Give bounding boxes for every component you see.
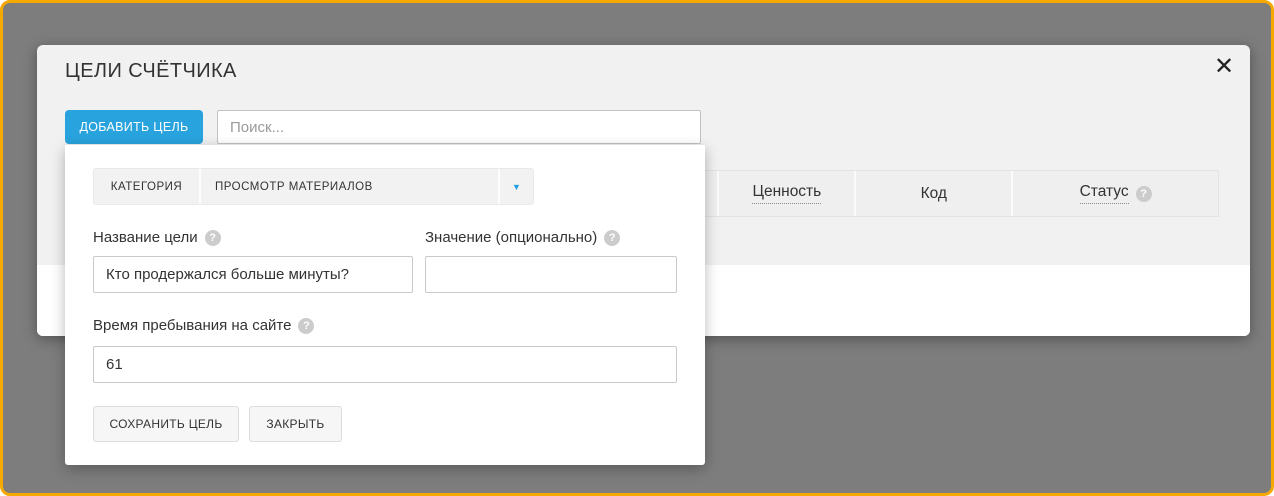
time-on-site-field[interactable] bbox=[93, 346, 677, 383]
table-header-status: Статус ? bbox=[1011, 171, 1218, 216]
dialog-title: ЦЕЛИ СЧЁТЧИКА bbox=[65, 60, 237, 82]
backdrop: ЦЕЛИ СЧЁТЧИКА ✕ ДОБАВИТЬ ЦЕЛЬ Ценность К… bbox=[0, 0, 1274, 496]
add-goal-panel: КАТЕГОРИЯ ПРОСМОТР МАТЕРИАЛОВ ▼ Название… bbox=[65, 145, 705, 465]
table-header-code: Код bbox=[854, 171, 1011, 216]
time-on-site-help-icon[interactable]: ? bbox=[298, 317, 315, 334]
category-select-label: КАТЕГОРИЯ bbox=[94, 169, 201, 204]
goal-name-label: Название цели ? bbox=[93, 229, 221, 246]
goal-value-field[interactable] bbox=[425, 256, 677, 293]
goal-value-label: Значение (опционально) ? bbox=[425, 229, 621, 246]
goal-name-help-icon[interactable]: ? bbox=[204, 229, 221, 246]
category-select[interactable]: КАТЕГОРИЯ ПРОСМОТР МАТЕРИАЛОВ ▼ bbox=[93, 168, 534, 205]
add-goal-button[interactable]: ДОБАВИТЬ ЦЕЛЬ bbox=[65, 110, 203, 144]
goal-name-label-text: Название цели bbox=[93, 229, 198, 246]
time-on-site-label-text: Время пребывания на сайте bbox=[93, 317, 292, 334]
category-selected-option: ПРОСМОТР МАТЕРИАЛОВ bbox=[201, 169, 500, 204]
search-input[interactable] bbox=[217, 110, 701, 144]
sort-value-link[interactable]: Ценность bbox=[752, 183, 822, 204]
close-icon[interactable]: ✕ bbox=[1206, 49, 1242, 85]
status-help-icon[interactable]: ? bbox=[1135, 185, 1152, 202]
save-goal-button[interactable]: СОХРАНИТЬ ЦЕЛЬ bbox=[93, 406, 239, 442]
header-code-label: Код bbox=[920, 184, 947, 202]
close-panel-button[interactable]: ЗАКРЫТЬ bbox=[249, 406, 342, 442]
time-on-site-label: Время пребывания на сайте ? bbox=[93, 317, 315, 334]
goal-name-field[interactable] bbox=[93, 256, 413, 293]
chevron-down-icon: ▼ bbox=[512, 181, 521, 192]
table-header-value: Ценность bbox=[717, 171, 854, 216]
sort-status-link[interactable]: Статус bbox=[1079, 183, 1129, 204]
goal-value-help-icon[interactable]: ? bbox=[604, 229, 621, 246]
goal-value-label-text: Значение (опционально) bbox=[425, 229, 598, 246]
